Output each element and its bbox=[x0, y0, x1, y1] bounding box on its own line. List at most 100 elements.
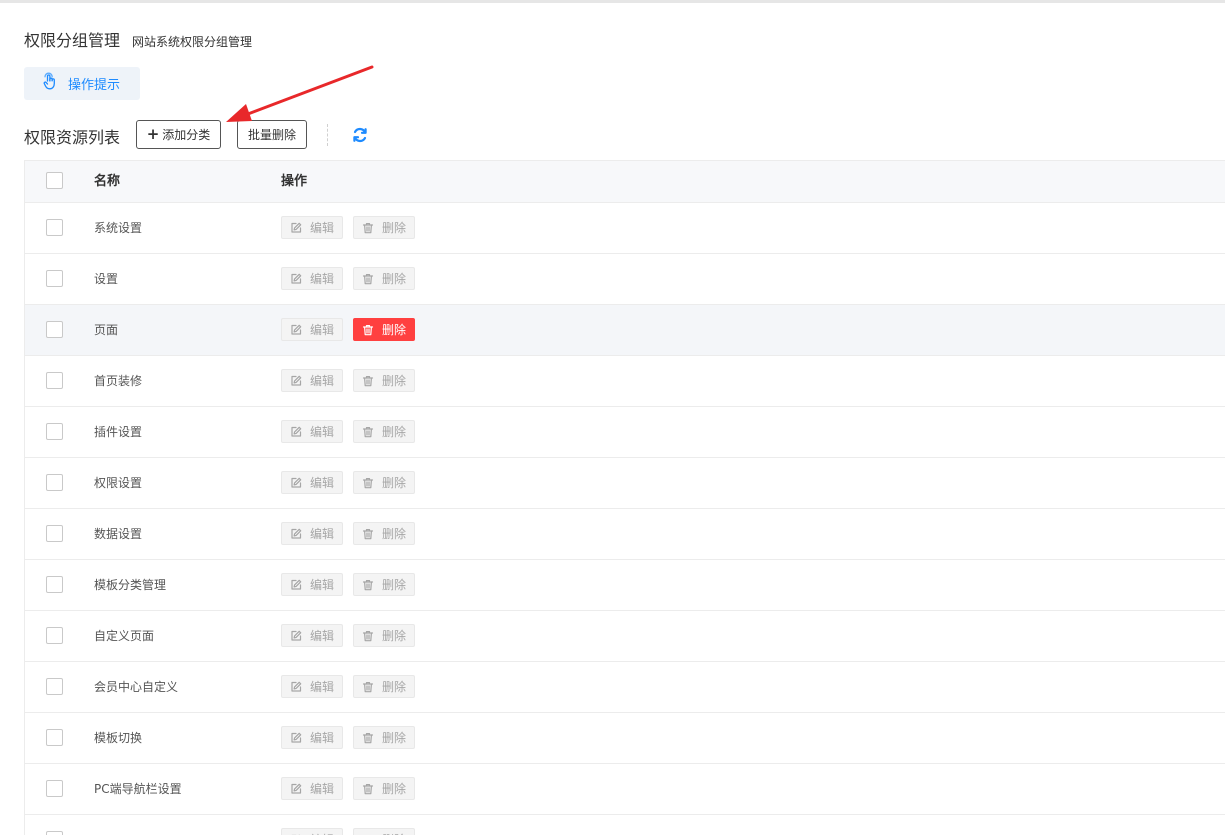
edit-button[interactable]: 编辑 bbox=[281, 318, 343, 341]
edit-button[interactable]: 编辑 bbox=[281, 216, 343, 239]
row-name: 模板分类管理 bbox=[94, 560, 166, 610]
row-name: 首页装修 bbox=[94, 356, 142, 406]
delete-label: 删除 bbox=[382, 474, 406, 491]
row-checkbox[interactable] bbox=[46, 627, 63, 644]
edit-label: 编辑 bbox=[310, 423, 334, 440]
edit-icon bbox=[290, 630, 310, 642]
delete-label: 删除 bbox=[382, 372, 406, 389]
row-checkbox[interactable] bbox=[46, 525, 63, 542]
edit-icon bbox=[290, 273, 310, 285]
row-checkbox[interactable] bbox=[46, 780, 63, 797]
delete-button[interactable]: 删除 bbox=[353, 777, 415, 800]
table-row: 设置 编辑删除 bbox=[25, 254, 1225, 305]
table-row: 权限设置编辑删除 bbox=[25, 458, 1225, 509]
delete-button[interactable]: 删除 bbox=[353, 471, 415, 494]
column-header-actions: 操作 bbox=[281, 161, 307, 202]
row-checkbox[interactable] bbox=[46, 321, 63, 338]
row-name: 页面 bbox=[94, 305, 118, 355]
delete-button[interactable]: 删除 bbox=[353, 726, 415, 749]
row-checkbox[interactable] bbox=[46, 474, 63, 491]
edit-button[interactable]: 编辑 bbox=[281, 420, 343, 443]
trash-icon bbox=[362, 783, 382, 795]
row-checkbox[interactable] bbox=[46, 729, 63, 746]
table-row: 数据设置编辑删除 bbox=[25, 509, 1225, 560]
refresh-icon[interactable] bbox=[351, 126, 369, 144]
edit-button[interactable]: 编辑 bbox=[281, 471, 343, 494]
delete-label: 删除 bbox=[382, 576, 406, 593]
row-name: 系统设置 bbox=[94, 203, 142, 253]
edit-button[interactable]: 编辑 bbox=[281, 777, 343, 800]
edit-label: 编辑 bbox=[310, 729, 334, 746]
edit-icon bbox=[290, 579, 310, 591]
page-header: 权限分组管理 网站系统权限分组管理 bbox=[24, 27, 252, 51]
edit-label: 编辑 bbox=[310, 321, 334, 338]
row-checkbox[interactable] bbox=[46, 831, 63, 835]
row-name: 自定义页面 bbox=[94, 611, 154, 661]
delete-button[interactable]: 删除 bbox=[353, 216, 415, 239]
edit-icon bbox=[290, 477, 310, 489]
table-row: 会员中心自定义编辑删除 bbox=[25, 662, 1225, 713]
edit-icon bbox=[290, 732, 310, 744]
edit-button[interactable]: 编辑 bbox=[281, 573, 343, 596]
delete-label: 删除 bbox=[382, 831, 406, 835]
row-name: 设置 bbox=[94, 254, 118, 304]
batch-delete-label: 批量删除 bbox=[248, 126, 296, 143]
edit-icon bbox=[290, 375, 310, 387]
row-checkbox[interactable] bbox=[46, 219, 63, 236]
edit-button[interactable]: 编辑 bbox=[281, 726, 343, 749]
delete-button[interactable]: 删除 bbox=[353, 420, 415, 443]
edit-label: 编辑 bbox=[310, 525, 334, 542]
delete-button[interactable]: 删除 bbox=[353, 522, 415, 545]
delete-button[interactable]: 删除 bbox=[353, 267, 415, 290]
edit-button[interactable]: 编辑 bbox=[281, 522, 343, 545]
delete-label: 删除 bbox=[382, 423, 406, 440]
trash-icon bbox=[362, 630, 382, 642]
edit-icon bbox=[290, 222, 310, 234]
delete-label: 删除 bbox=[382, 219, 406, 236]
add-category-button[interactable]: + 添加分类 bbox=[136, 120, 221, 149]
edit-button[interactable]: 编辑 bbox=[281, 369, 343, 392]
edit-label: 编辑 bbox=[310, 219, 334, 236]
page-subtitle: 网站系统权限分组管理 bbox=[132, 33, 252, 50]
edit-label: 编辑 bbox=[310, 372, 334, 389]
row-checkbox[interactable] bbox=[46, 423, 63, 440]
row-name: 插件设置 bbox=[94, 407, 142, 457]
edit-label: 编辑 bbox=[310, 678, 334, 695]
permission-table: 名称 操作 系统设置编辑删除设置编辑删除页面编辑删除首页装修编辑删除插件设置编辑… bbox=[24, 160, 1225, 835]
trash-icon bbox=[362, 477, 382, 489]
trash-icon bbox=[362, 732, 382, 744]
delete-button[interactable]: 删除 bbox=[353, 318, 415, 341]
delete-label: 删除 bbox=[382, 780, 406, 797]
trash-icon bbox=[362, 579, 382, 591]
table-row: 编辑删除 bbox=[25, 815, 1225, 835]
trash-icon bbox=[362, 681, 382, 693]
table-row: 首页装修 编辑 删除 bbox=[25, 356, 1225, 407]
delete-button[interactable]: 删除 bbox=[353, 573, 415, 596]
operation-hint-label: 操作提示 bbox=[68, 74, 120, 93]
edit-icon bbox=[290, 324, 310, 336]
trash-icon bbox=[362, 426, 382, 438]
select-all-checkbox[interactable] bbox=[46, 172, 63, 189]
add-category-label: 添加分类 bbox=[162, 126, 210, 143]
delete-button[interactable]: 删除 bbox=[353, 675, 415, 698]
operation-hint-button[interactable]: 操作提示 bbox=[24, 67, 140, 100]
delete-label: 删除 bbox=[382, 321, 406, 338]
delete-button[interactable]: 删除 bbox=[353, 369, 415, 392]
edit-button[interactable]: 编辑 bbox=[281, 675, 343, 698]
table-row: 页面 编辑 删除 bbox=[25, 305, 1225, 356]
table-row: 模板切换编辑删除 bbox=[25, 713, 1225, 764]
batch-delete-button[interactable]: 批量删除 bbox=[237, 120, 307, 149]
row-checkbox[interactable] bbox=[46, 576, 63, 593]
delete-button[interactable]: 删除 bbox=[353, 624, 415, 647]
row-checkbox[interactable] bbox=[46, 270, 63, 287]
edit-button[interactable]: 编辑 bbox=[281, 624, 343, 647]
edit-label: 编辑 bbox=[310, 474, 334, 491]
row-checkbox[interactable] bbox=[46, 678, 63, 695]
table-header: 名称 操作 bbox=[25, 161, 1225, 203]
edit-label: 编辑 bbox=[310, 780, 334, 797]
edit-label: 编辑 bbox=[310, 627, 334, 644]
row-checkbox[interactable] bbox=[46, 372, 63, 389]
table-row: 插件设置 编辑 删除 bbox=[25, 407, 1225, 458]
edit-button[interactable]: 编辑 bbox=[281, 267, 343, 290]
edit-icon bbox=[290, 528, 310, 540]
